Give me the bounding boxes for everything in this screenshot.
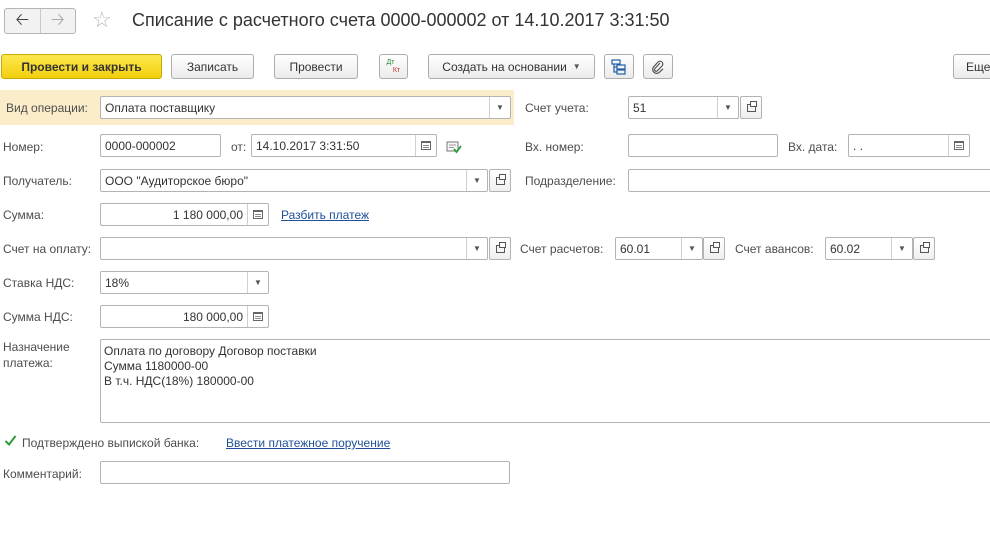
in-date-label: Вх. дата:	[788, 140, 838, 154]
dt-icon: Дт	[386, 58, 395, 66]
star-icon[interactable]: ☆	[92, 8, 112, 32]
number-input[interactable]: 0000-000002	[100, 134, 221, 157]
split-payment-link[interactable]: Разбить платеж	[281, 208, 369, 222]
chevron-down-icon[interactable]: ▼	[247, 272, 268, 293]
calculator-icon	[253, 210, 263, 219]
open-icon	[495, 173, 506, 185]
invoice-label: Счет на оплату:	[3, 242, 92, 256]
dt-kt-button[interactable]: Дт Кт	[379, 54, 408, 79]
comment-label: Комментарий:	[3, 467, 82, 481]
in-date-value: . .	[853, 138, 864, 153]
date-label: от:	[231, 140, 247, 154]
structure-icon	[611, 58, 626, 75]
purpose-textarea[interactable]: Оплата по договору Договор поставки Сумм…	[100, 339, 990, 423]
settle-account-select[interactable]: 60.01 ▼	[615, 237, 703, 260]
post-button[interactable]: Провести	[274, 54, 358, 79]
account-open-button[interactable]	[740, 96, 762, 119]
more-button[interactable]: Еще	[953, 54, 990, 79]
in-date-input[interactable]: . .	[848, 134, 970, 157]
number-label: Номер:	[3, 140, 44, 154]
advance-open-button[interactable]	[913, 237, 935, 260]
comment-input[interactable]	[100, 461, 510, 484]
purpose-line: В т.ч. НДС(18%) 180000-00	[104, 374, 254, 388]
date-value: 14.10.2017 3:31:50	[256, 138, 360, 153]
chevron-down-icon[interactable]: ▼	[489, 97, 510, 118]
settle-account-value: 60.01	[620, 241, 651, 256]
operation-label: Вид операции:	[6, 101, 88, 115]
calendar-button[interactable]	[948, 135, 969, 156]
post-status-icon	[446, 140, 462, 157]
recipient-select[interactable]: ООО "Аудиторское бюро" ▼	[100, 169, 488, 192]
chevron-down-icon[interactable]: ▼	[466, 238, 487, 259]
open-icon	[495, 241, 506, 253]
arrow-right-icon: 🡢	[50, 9, 65, 29]
recipient-open-button[interactable]	[489, 169, 511, 192]
create-based-on-label: Создать на основании	[442, 59, 567, 74]
operation-value: Оплата поставщику	[105, 100, 216, 115]
checkmark-icon	[4, 435, 17, 447]
create-based-on-button[interactable]: Создать на основании ▼	[428, 54, 595, 79]
invoice-open-button[interactable]	[489, 237, 511, 260]
in-number-input[interactable]	[628, 134, 778, 157]
sum-input[interactable]: 1 180 000,00	[100, 203, 269, 226]
sum-value: 1 180 000,00	[172, 207, 243, 222]
structure-button[interactable]	[604, 54, 634, 79]
account-label: Счет учета:	[525, 101, 589, 115]
calculator-button[interactable]	[247, 306, 268, 327]
in-number-label: Вх. номер:	[525, 140, 584, 154]
chevron-down-icon[interactable]: ▼	[466, 170, 487, 191]
chevron-down-icon: ▼	[572, 62, 581, 71]
open-icon	[709, 241, 720, 253]
calendar-icon	[421, 141, 431, 150]
settle-open-button[interactable]	[703, 237, 725, 260]
vat-sum-value: 180 000,00	[182, 309, 243, 324]
vat-rate-label: Ставка НДС:	[3, 276, 75, 290]
vat-sum-label: Сумма НДС:	[3, 310, 73, 324]
advance-account-select[interactable]: 60.02 ▼	[825, 237, 913, 260]
chevron-down-icon[interactable]: ▼	[717, 97, 738, 118]
calculator-icon	[253, 312, 263, 321]
purpose-label-line1: Назначение	[3, 340, 70, 354]
vat-rate-select[interactable]: 18% ▼	[100, 271, 269, 294]
number-value: 0000-000002	[105, 138, 176, 153]
paperclip-icon	[652, 60, 664, 74]
purpose-label-line2: платежа:	[3, 356, 53, 370]
confirmed-checkbox[interactable]	[4, 434, 17, 447]
post-and-close-button[interactable]: Провести и закрыть	[1, 54, 162, 79]
kt-icon: Кт	[392, 66, 401, 74]
division-select[interactable]	[628, 169, 990, 192]
division-label: Подразделение:	[525, 174, 616, 188]
vat-rate-value: 18%	[105, 275, 130, 290]
recipient-value: ООО "Аудиторское бюро"	[105, 173, 249, 188]
invoice-select[interactable]: ▼	[100, 237, 488, 260]
confirmed-label: Подтверждено выпиской банка:	[22, 436, 200, 450]
date-input[interactable]: 14.10.2017 3:31:50	[251, 134, 437, 157]
save-button[interactable]: Записать	[171, 54, 254, 79]
page-title: Списание с расчетного счета 0000-000002 …	[132, 10, 670, 30]
back-button[interactable]: 🡠	[5, 9, 40, 33]
open-icon	[746, 100, 757, 112]
open-icon	[919, 241, 930, 253]
chevron-down-icon[interactable]: ▼	[891, 238, 912, 259]
advance-label: Счет авансов:	[735, 242, 814, 256]
operation-select[interactable]: Оплата поставщику ▼	[100, 96, 511, 119]
advance-account-value: 60.02	[830, 241, 861, 256]
calculator-button[interactable]	[247, 204, 268, 225]
settle-label: Счет расчетов:	[520, 242, 604, 256]
calendar-icon	[954, 141, 964, 150]
forward-button[interactable]: 🡢	[39, 9, 76, 33]
attach-button[interactable]	[643, 54, 673, 79]
account-value: 51	[633, 100, 647, 115]
payment-order-link[interactable]: Ввести платежное поручение	[226, 436, 390, 450]
recipient-label: Получатель:	[3, 174, 72, 188]
vat-sum-input[interactable]: 180 000,00	[100, 305, 269, 328]
calendar-button[interactable]	[415, 135, 436, 156]
chevron-down-icon[interactable]: ▼	[681, 238, 702, 259]
sum-label: Сумма:	[3, 208, 45, 222]
account-select[interactable]: 51 ▼	[628, 96, 739, 119]
purpose-line: Оплата по договору Договор поставки	[104, 344, 317, 358]
purpose-line: Сумма 1180000-00	[104, 359, 209, 373]
arrow-left-icon: 🡠	[15, 9, 30, 29]
navigation-buttons: 🡠 🡢	[4, 8, 76, 34]
